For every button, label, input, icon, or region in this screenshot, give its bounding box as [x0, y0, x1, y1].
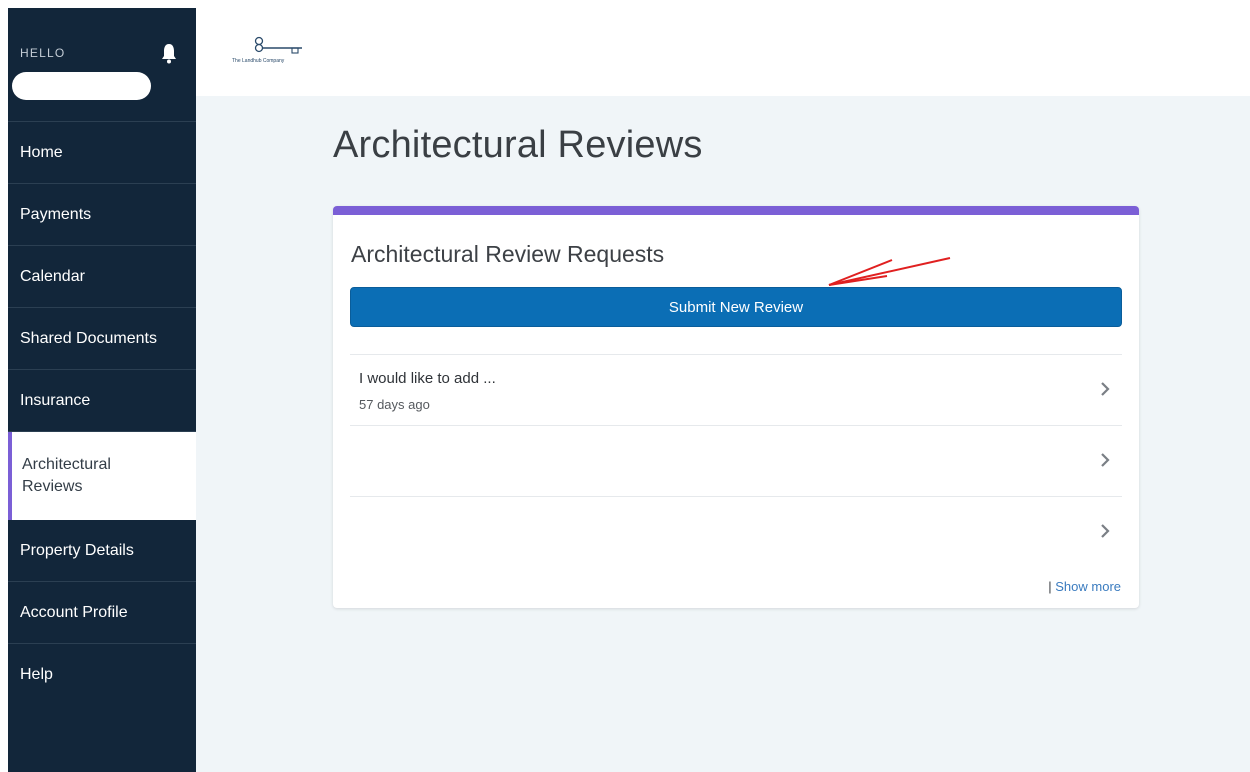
review-list: I would like to add ... 57 days ago [350, 354, 1122, 567]
list-item[interactable]: I would like to add ... 57 days ago [350, 354, 1122, 425]
user-name-pill [12, 72, 151, 100]
show-more-link[interactable]: | Show more [1048, 579, 1121, 594]
show-more-label: Show more [1055, 579, 1121, 594]
submit-new-review-button[interactable]: Submit New Review [350, 287, 1122, 327]
sidebar-item-help[interactable]: Help [8, 644, 196, 706]
sidebar-header: HELLO [8, 8, 196, 122]
sidebar-item-payments[interactable]: Payments [8, 184, 196, 246]
sidebar-item-home[interactable]: Home [8, 122, 196, 184]
page-title: Architectural Reviews [333, 124, 703, 166]
list-item[interactable] [350, 496, 1122, 567]
sidebar-item-calendar[interactable]: Calendar [8, 246, 196, 308]
show-more-separator: | [1048, 579, 1052, 594]
bell-icon[interactable] [160, 42, 178, 64]
sidebar-item-label: Payments [20, 205, 92, 223]
sidebar-item-label: Calendar [20, 267, 85, 285]
sidebar-item-label: Insurance [20, 391, 91, 409]
review-timestamp: 57 days ago [359, 397, 430, 412]
sidebar: HELLO Home Payments Calendar Shared Docu… [8, 8, 196, 772]
list-item[interactable] [350, 425, 1122, 496]
chevron-right-icon [1101, 453, 1110, 467]
sidebar-item-property-details[interactable]: Property Details [8, 520, 196, 582]
top-bar: The Landhub Company [196, 0, 1250, 96]
chevron-right-icon [1101, 524, 1110, 538]
sidebar-item-label: Property Details [20, 541, 134, 559]
greeting-label: HELLO [20, 46, 66, 60]
chevron-right-icon [1101, 382, 1110, 396]
review-title: I would like to add ... [359, 370, 496, 387]
sidebar-item-architectural-reviews[interactable]: Architectural Reviews [8, 432, 196, 520]
sidebar-item-label: Home [20, 143, 63, 161]
sidebar-item-label: Architectural Reviews [22, 456, 111, 495]
sidebar-item-insurance[interactable]: Insurance [8, 370, 196, 432]
sidebar-item-shared-documents[interactable]: Shared Documents [8, 308, 196, 370]
main-content: Architectural Reviews Architectural Revi… [196, 96, 1250, 772]
sidebar-item-account-profile[interactable]: Account Profile [8, 582, 196, 644]
sidebar-item-label: Help [20, 666, 53, 683]
review-requests-card: Architectural Review Requests Submit New… [333, 206, 1139, 608]
company-logo[interactable]: The Landhub Company [232, 36, 322, 66]
key-logo-icon [254, 36, 302, 54]
card-title: Architectural Review Requests [351, 241, 665, 267]
sidebar-item-label: Account Profile [20, 603, 128, 621]
sidebar-item-label: Shared Documents [20, 329, 157, 347]
logo-text: The Landhub Company [232, 58, 285, 64]
